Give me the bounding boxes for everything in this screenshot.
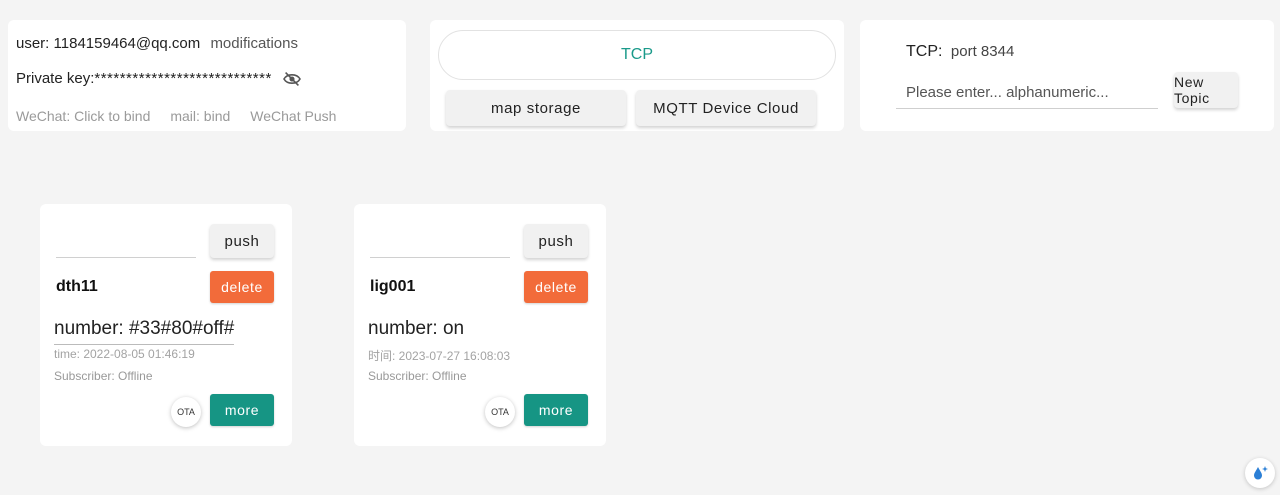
push-button[interactable]: push <box>210 224 274 258</box>
device-time: time: 2022-08-05 01:46:19 <box>54 347 195 361</box>
helper-floating-button[interactable] <box>1245 458 1275 488</box>
ota-button[interactable]: OTA <box>485 397 515 427</box>
device-card: push lig001 delete number: on 时间: 2023-0… <box>354 204 606 446</box>
account-panel: user: 1184159464@qq.com modifications Pr… <box>8 20 406 131</box>
user-email: 1184159464@qq.com <box>53 35 201 52</box>
more-button[interactable]: more <box>210 394 274 426</box>
tcp-selector[interactable]: TCP <box>438 30 836 80</box>
device-time: 时间: 2023-07-27 16:08:03 <box>368 349 511 363</box>
wechat-bind-link[interactable]: WeChat: Click to bind <box>16 108 150 124</box>
more-button[interactable]: more <box>524 394 588 426</box>
delete-button[interactable]: delete <box>210 271 274 303</box>
private-key-value: **************************** <box>94 70 272 87</box>
private-key-row: Private key: ***************************… <box>16 70 302 87</box>
tcp-port-label: TCP: port 8344 <box>906 43 1014 61</box>
private-key-label: Private key: <box>16 70 95 87</box>
modify-link[interactable]: modifications <box>210 35 298 52</box>
ota-button[interactable]: OTA <box>171 397 201 427</box>
mqtt-device-cloud-button[interactable]: MQTT Device Cloud <box>636 90 816 126</box>
device-name: dth11 <box>56 278 98 295</box>
user-row: user: 1184159464@qq.com modifications <box>16 35 298 52</box>
device-number: number: #33#80#off# <box>54 318 235 345</box>
port-value: port 8344 <box>950 43 1015 60</box>
new-topic-button[interactable]: New Topic <box>1174 72 1238 108</box>
user-label: user: <box>16 35 50 52</box>
water-drop-sparkle-icon <box>1254 466 1268 480</box>
binding-links: WeChat: Click to bind mail: bind WeChat … <box>16 108 336 124</box>
protocol-panel: TCP map storage MQTT Device Cloud <box>430 20 844 131</box>
wechat-push-link[interactable]: WeChat Push <box>250 108 336 124</box>
push-input[interactable] <box>56 226 196 258</box>
device-number: number: on <box>368 318 465 339</box>
delete-button[interactable]: delete <box>524 271 588 303</box>
protocol-label: TCP: <box>906 43 943 60</box>
map-storage-button[interactable]: map storage <box>446 90 626 126</box>
subscriber-status: Subscriber: Offline <box>54 369 153 383</box>
topic-input[interactable] <box>896 77 1158 109</box>
topic-panel: TCP: port 8344 New Topic <box>860 20 1274 131</box>
device-card: push dth11 delete number: #33#80#off# ti… <box>40 204 292 446</box>
device-name: lig001 <box>370 278 416 295</box>
push-input[interactable] <box>370 226 510 258</box>
eye-off-icon[interactable] <box>282 71 302 87</box>
subscriber-status: Subscriber: Offline <box>368 369 467 383</box>
push-button[interactable]: push <box>524 224 588 258</box>
mail-bind-link[interactable]: mail: bind <box>170 108 230 124</box>
